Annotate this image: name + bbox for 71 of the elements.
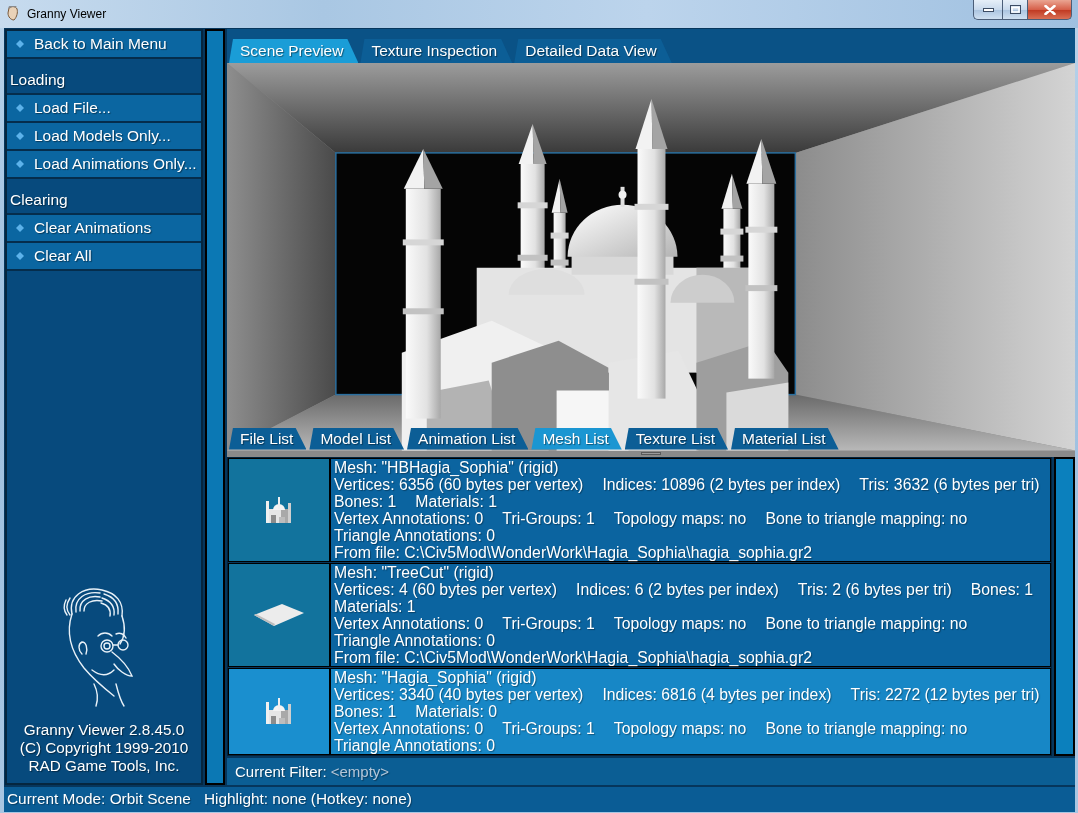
window-title: Granny Viewer bbox=[27, 7, 107, 21]
mesh-stat: Bone to triangle mapping: no bbox=[765, 719, 968, 737]
sidebar-button[interactable]: Clear All bbox=[7, 243, 201, 271]
mesh-stat: Vertex Annotations: 0 bbox=[334, 509, 484, 527]
mesh-stat: Tri-Groups: 1 bbox=[502, 719, 595, 737]
diamond-icon bbox=[16, 160, 24, 168]
building-icon bbox=[264, 696, 294, 727]
mesh-stat: Tris: 3632 (6 bytes per tri) bbox=[859, 475, 1040, 493]
mesh-stat: Bone to triangle mapping: no bbox=[765, 614, 968, 632]
mesh-stat: Topology maps: no bbox=[613, 719, 747, 737]
mesh-stat: Indices: 10896 (2 bytes per index) bbox=[602, 475, 841, 493]
mesh-stat: Triangle Annotations: 0 bbox=[334, 526, 495, 544]
status-mode: Current Mode: Orbit Scene bbox=[7, 790, 191, 809]
filter-label: Current Filter: bbox=[235, 762, 327, 780]
scene-viewport[interactable]: File List Model List Animation List Mesh List Texture List Material List bbox=[227, 63, 1075, 451]
diamond-icon bbox=[16, 224, 24, 232]
mesh-stat: Materials: 1 bbox=[334, 597, 416, 615]
mesh-stat: Vertices: 6356 (60 bytes per vertex) bbox=[334, 475, 584, 493]
mesh-title: Mesh: "HBHagia_Sophia" (rigid) bbox=[334, 458, 560, 476]
mesh-stat: From file: C:\Civ5Mod\WonderWork\Hagia_Sophia\hagia_sophia.gr2 bbox=[334, 543, 812, 561]
building-icon bbox=[264, 494, 294, 525]
grip-icon bbox=[641, 452, 661, 456]
flat-plane-icon bbox=[254, 603, 304, 626]
mesh-stat: Vertices: 3340 (40 bytes per vertex) bbox=[334, 685, 584, 703]
mesh-stat: Materials: 1 bbox=[415, 492, 497, 510]
mesh-stat: From file: C:\Civ5Mod\WonderWork\Hagia_Sophia\hagia_sophia.gr2 bbox=[334, 648, 812, 666]
mesh-stat: Vertices: 4 (60 bytes per vertex) bbox=[334, 580, 557, 598]
mesh-stat: Bones: 1 bbox=[970, 580, 1034, 598]
sidebar-button[interactable]: Load File... bbox=[7, 95, 201, 123]
diamond-icon bbox=[16, 132, 24, 140]
sidebar-button[interactable]: Load Animations Only... bbox=[7, 151, 201, 179]
app-icon bbox=[6, 6, 19, 21]
mesh-stat: Materials: 0 bbox=[415, 702, 497, 720]
mesh-stat: Vertex Annotations: 0 bbox=[334, 614, 484, 632]
sidebar-button[interactable]: Clear Animations bbox=[7, 215, 201, 243]
close-button[interactable] bbox=[1028, 0, 1072, 20]
mesh-stat: Indices: 6 (2 bytes per index) bbox=[576, 580, 779, 598]
filter-value: <empty> bbox=[330, 762, 390, 780]
sidebar-button[interactable]: Back to Main Menu bbox=[7, 31, 201, 59]
mesh-stat: Topology maps: no bbox=[613, 509, 747, 527]
mesh-stat: Vertex Annotations: 0 bbox=[334, 719, 484, 737]
minimize-icon bbox=[982, 7, 994, 12]
view-tab[interactable]: Texture Inspection bbox=[360, 39, 513, 63]
mesh-stat: Bones: 1 bbox=[334, 702, 397, 720]
view-tab[interactable]: Detailed Data View bbox=[514, 39, 672, 63]
diamond-icon bbox=[16, 40, 24, 48]
maximize-button[interactable] bbox=[1002, 0, 1028, 20]
status-highlight: Highlight: none (Hotkey: none) bbox=[203, 790, 412, 809]
mesh-stat: Triangle Annotations: 0 bbox=[334, 631, 495, 649]
diamond-icon bbox=[16, 104, 24, 112]
mesh-stat: Triangle Annotations: 0 bbox=[334, 736, 495, 754]
mesh-stat: Bones: 1 bbox=[334, 492, 397, 510]
mesh-stat: Tri-Groups: 1 bbox=[502, 509, 595, 527]
vertical-splitter[interactable] bbox=[205, 29, 225, 785]
mesh-title: Mesh: "TreeCut" (rigid) bbox=[334, 563, 495, 581]
minimize-button[interactable] bbox=[973, 0, 1002, 20]
maximize-icon bbox=[1009, 5, 1021, 14]
close-icon bbox=[1043, 4, 1056, 15]
mesh-stat: Tris: 2 (6 bytes per tri) bbox=[797, 580, 952, 598]
diamond-icon bbox=[16, 252, 24, 260]
mesh-stat: Tris: 2272 (12 bytes per tri) bbox=[850, 685, 1040, 703]
about-line: Granny Viewer 2.8.45.0 bbox=[23, 720, 185, 739]
scrollbar[interactable] bbox=[1054, 456, 1075, 756]
mesh-stat: Indices: 6816 (4 bytes per index) bbox=[602, 685, 832, 703]
mesh-stat: Bone to triangle mapping: no bbox=[765, 509, 968, 527]
mesh-stat: Topology maps: no bbox=[613, 614, 747, 632]
mesh-title: Mesh: "Hagia_Sophia" (rigid) bbox=[334, 668, 538, 686]
about-line: (C) Copyright 1999-2010 bbox=[19, 738, 189, 757]
sidebar-button[interactable]: Load Models Only... bbox=[7, 123, 201, 151]
mesh-stat: Tri-Groups: 1 bbox=[502, 614, 595, 632]
about-line: RAD Game Tools, Inc. bbox=[28, 756, 180, 775]
